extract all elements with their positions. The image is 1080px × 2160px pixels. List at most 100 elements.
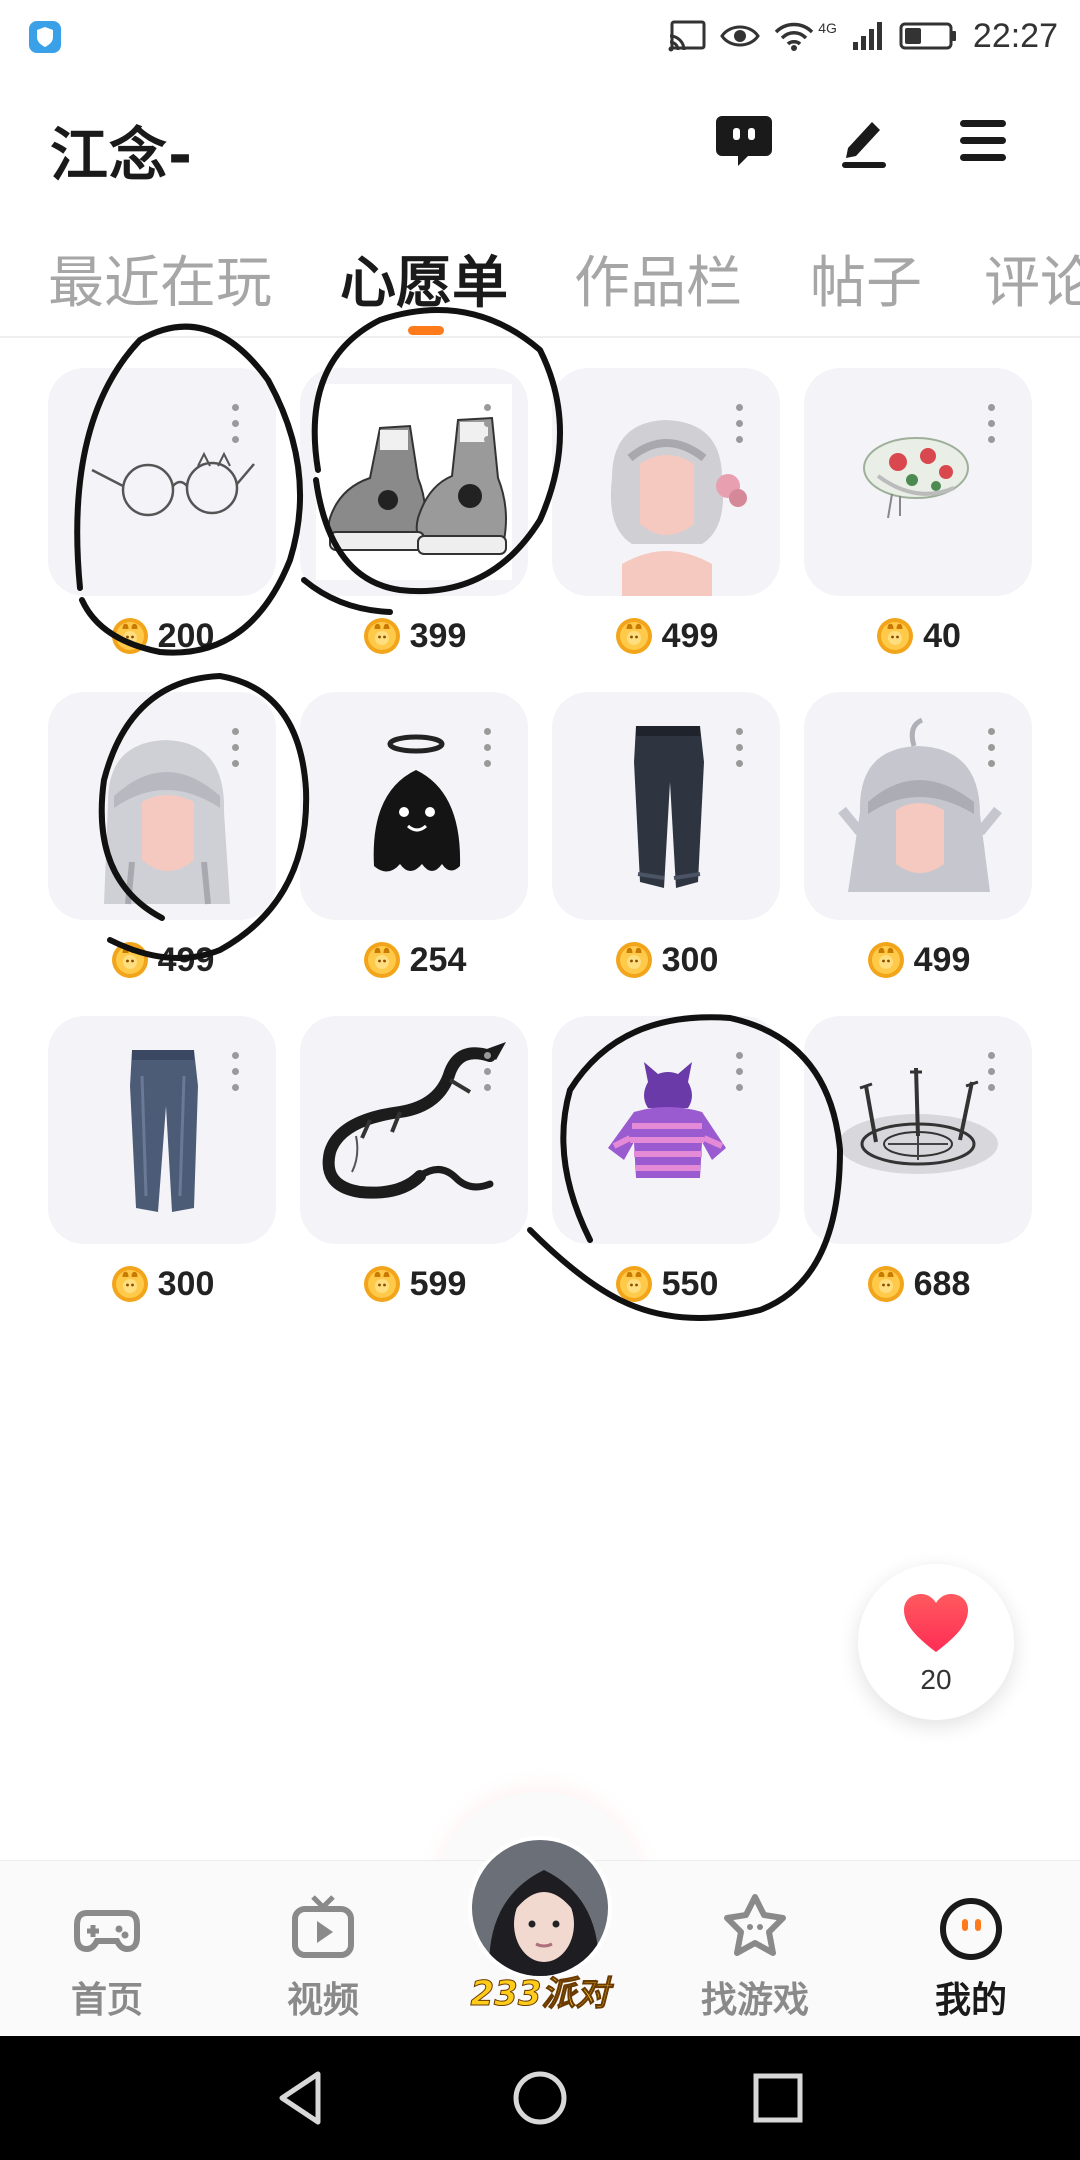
coin-icon	[614, 1264, 654, 1304]
chat-bubble-icon[interactable]	[714, 110, 774, 170]
edit-pen-icon[interactable]	[834, 110, 894, 170]
more-options-icon[interactable]	[484, 404, 492, 444]
price-value: 499	[661, 616, 719, 655]
tab-works[interactable]: 作品栏	[574, 238, 742, 319]
item-card[interactable]	[300, 692, 528, 920]
more-options-icon[interactable]	[736, 728, 744, 768]
shield-icon	[29, 21, 61, 53]
coin-icon	[110, 1264, 150, 1304]
signal-icon	[852, 22, 882, 50]
wishlist-item[interactable]: 599	[300, 1016, 528, 1312]
tab-wishlist[interactable]: 心愿单	[340, 238, 508, 319]
purple-striped-cat-hoodie-item-image	[608, 1062, 726, 1178]
battery-icon	[899, 22, 956, 50]
item-card[interactable]	[300, 368, 528, 596]
wishlist-item[interactable]: 399	[300, 368, 528, 664]
hamburger-menu-icon[interactable]	[954, 110, 1014, 170]
tab-recent[interactable]: 最近在玩	[48, 238, 272, 319]
smile-face-icon	[940, 1898, 1002, 1960]
item-card[interactable]	[552, 692, 780, 920]
black-dragon-item-image	[322, 1042, 506, 1199]
tab-comments[interactable]: 评论	[984, 238, 1080, 319]
profile-tabs: 最近在玩 心愿单 作品栏 帖子 评论	[0, 228, 1080, 338]
coin-icon	[362, 940, 402, 980]
username: 江念-	[50, 121, 194, 189]
item-card[interactable]	[804, 368, 1032, 596]
price-value: 254	[409, 940, 467, 979]
nav-home-label: 首页	[70, 1980, 143, 2021]
price-value: 499	[913, 940, 971, 979]
sneakers-item-image	[316, 384, 512, 580]
wishlist-item[interactable]: 550	[552, 1016, 780, 1312]
item-card[interactable]	[48, 1016, 276, 1244]
price-value: 300	[661, 940, 719, 979]
item-card[interactable]	[804, 1016, 1032, 1244]
like-float-button[interactable]: 20	[858, 1564, 1014, 1720]
more-options-icon[interactable]	[988, 728, 996, 768]
nav-find-games[interactable]: 找游戏	[680, 1891, 830, 2021]
wishlist-item[interactable]: 300	[48, 1016, 276, 1312]
coin-icon	[866, 940, 906, 980]
more-options-icon[interactable]	[736, 404, 744, 444]
system-nav-bar	[0, 2036, 1080, 2160]
item-card[interactable]	[300, 1016, 528, 1244]
cast-icon	[668, 20, 706, 52]
home-circle-icon[interactable]	[508, 2066, 572, 2130]
coin-icon	[614, 616, 654, 656]
item-card[interactable]	[552, 1016, 780, 1244]
wishlist-item[interactable]: 499	[48, 692, 276, 988]
coin-icon	[362, 1264, 402, 1304]
recents-square-icon[interactable]	[746, 2066, 810, 2130]
item-card[interactable]	[48, 368, 276, 596]
item-price: 550	[552, 1260, 780, 1308]
item-card[interactable]	[48, 692, 276, 920]
tabs-divider	[0, 336, 1080, 338]
item-card[interactable]	[552, 368, 780, 596]
glasses-item-image	[91, 451, 255, 517]
wishlist-item[interactable]: 688	[804, 1016, 1032, 1312]
more-options-icon[interactable]	[232, 728, 240, 768]
wishlist-item[interactable]: 499	[552, 368, 780, 664]
back-triangle-icon[interactable]	[270, 2066, 334, 2130]
coin-icon	[110, 940, 150, 980]
price-value: 688	[913, 1264, 971, 1303]
coin-icon	[875, 616, 915, 656]
tab-active-indicator	[408, 326, 444, 335]
nav-find-games-label: 找游戏	[700, 1980, 809, 2021]
nav-home[interactable]: 首页	[32, 1891, 182, 2021]
nav-party-avatar[interactable]	[468, 1836, 612, 1980]
wishlist-item[interactable]: 40	[804, 368, 1032, 664]
nav-mine-label: 我的	[934, 1980, 1007, 2021]
nav-video[interactable]: 视频	[248, 1891, 398, 2021]
tab-posts[interactable]: 帖子	[810, 238, 922, 319]
more-options-icon[interactable]	[232, 1052, 240, 1092]
wishlist-item[interactable]: 499	[804, 692, 1032, 988]
wishlist-item[interactable]: 200	[48, 368, 276, 664]
ghost-with-halo-item-image	[373, 734, 461, 872]
clock: 22:27	[972, 16, 1058, 55]
nav-party-label[interactable]: 233派对	[448, 1966, 632, 2015]
status-icons: 4G 22:27	[668, 14, 1058, 58]
profile-header: 江念-	[0, 96, 1080, 189]
price-value: 550	[661, 1264, 719, 1303]
wishlist-item[interactable]: 300	[552, 692, 780, 988]
more-options-icon[interactable]	[736, 1052, 744, 1092]
silver-hair-ahoge-item-image	[838, 717, 1002, 892]
like-count: 20	[920, 1664, 952, 1695]
more-options-icon[interactable]	[484, 728, 492, 768]
tv-play-icon	[292, 1895, 354, 1958]
item-price: 499	[552, 612, 780, 660]
nav-video-label: 视频	[286, 1980, 359, 2021]
more-options-icon[interactable]	[484, 1052, 492, 1092]
item-card[interactable]	[804, 692, 1032, 920]
silver-braided-hair-item-image	[610, 420, 747, 596]
more-options-icon[interactable]	[232, 404, 240, 444]
more-options-icon[interactable]	[988, 404, 996, 444]
price-value: 399	[409, 616, 467, 655]
more-options-icon[interactable]	[988, 1052, 996, 1092]
wishlist-item[interactable]: 254	[300, 692, 528, 988]
wifi-icon	[774, 22, 814, 51]
nav-mine[interactable]: 我的	[896, 1891, 1046, 2021]
item-price: 200	[48, 612, 276, 660]
price-value: 300	[157, 1264, 215, 1303]
